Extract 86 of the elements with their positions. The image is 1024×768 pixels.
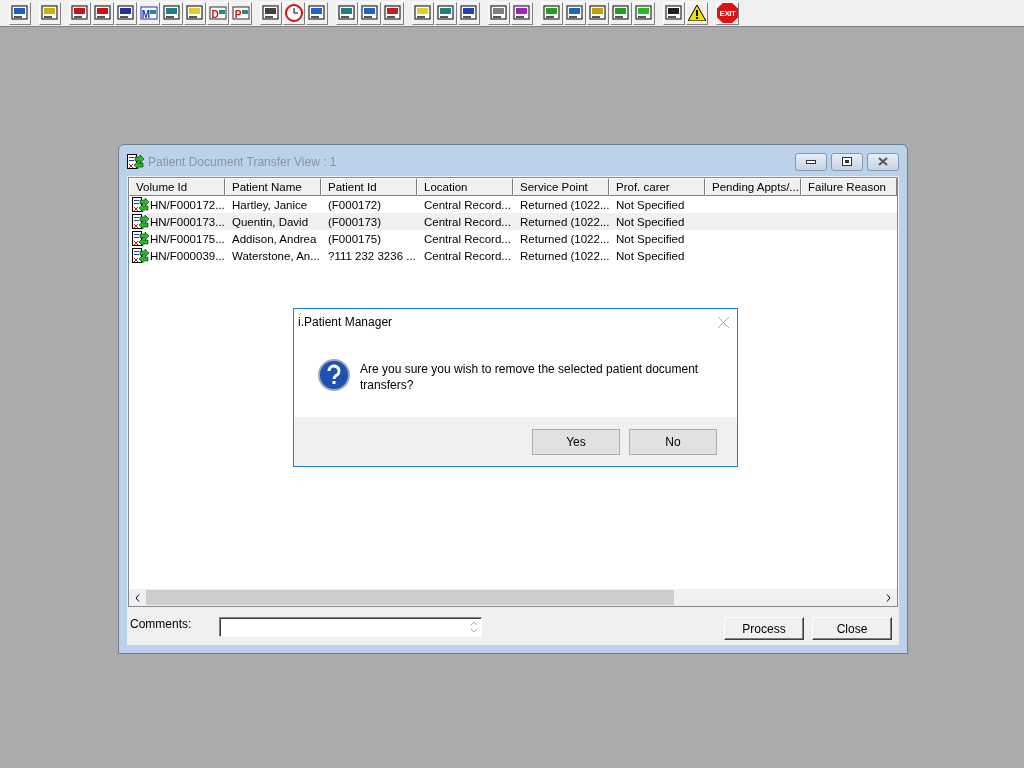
table-cell: Returned (1022... — [520, 215, 610, 228]
comments-label: Comments: — [130, 617, 193, 631]
table-row[interactable]: HN/F000173... Quentin, David (F000173) Central Record... Returned (1022... Not Specified — [129, 213, 897, 230]
table-cell: Waterstone, An... — [232, 249, 320, 262]
toolbar-button[interactable] — [9, 1, 31, 25]
table-cell: Quentin, David — [232, 215, 309, 228]
toolbar-button[interactable] — [69, 1, 91, 25]
table-cell: Not Specified — [616, 215, 685, 228]
close-window-button[interactable]: Close — [812, 617, 892, 640]
document-transfer-icon — [127, 153, 144, 170]
toolbar-button[interactable] — [336, 1, 358, 25]
window-title: Patient Document Transfer View : 1 — [148, 154, 338, 169]
table-cell: Not Specified — [616, 232, 685, 245]
toolbar-button[interactable] — [511, 1, 533, 25]
maximize-button[interactable] — [831, 152, 863, 171]
document-transfer-icon — [132, 196, 149, 213]
clock-icon — [285, 4, 303, 22]
toolbar-button[interactable] — [564, 1, 586, 25]
document-transfer-icon — [132, 247, 149, 264]
table-cell: Central Record... — [424, 198, 511, 211]
toolbar-button[interactable] — [587, 1, 609, 25]
column-header[interactable]: Prof. carer — [609, 178, 705, 196]
table-cell: (F000175) — [328, 232, 382, 245]
table-cell: (F000172) — [328, 198, 382, 211]
column-header[interactable]: Volume Id — [129, 178, 225, 196]
toolbar-button[interactable] — [161, 1, 183, 25]
minimize-button[interactable] — [795, 152, 827, 171]
close-icon — [878, 157, 888, 166]
yes-button[interactable]: Yes — [532, 428, 620, 455]
toolbar-button[interactable] — [488, 1, 510, 25]
toolbar-button[interactable] — [686, 1, 708, 25]
toolbar-button[interactable] — [633, 1, 655, 25]
scrollbar-thumb[interactable] — [146, 590, 675, 605]
toolbar-button[interactable] — [92, 1, 114, 25]
column-header[interactable]: Patient Name — [225, 178, 321, 196]
chevron-left-icon — [135, 593, 140, 602]
toolbar-button[interactable] — [359, 1, 381, 25]
table-cell: HN/F000175... — [150, 232, 225, 245]
table-cell: Central Record... — [424, 215, 511, 228]
toolbar-button[interactable] — [306, 1, 328, 25]
table-cell: Returned (1022... — [520, 232, 610, 245]
chevron-right-icon — [886, 593, 891, 602]
comments-field[interactable] — [219, 617, 482, 637]
horizontal-scrollbar[interactable] — [129, 589, 897, 606]
toolbar-button[interactable] — [115, 1, 137, 25]
toolbar-button[interactable] — [184, 1, 206, 25]
no-button[interactable]: No — [629, 428, 717, 455]
table-cell: Hartley, Janice — [232, 198, 308, 211]
table-cell: (F000173) — [328, 215, 382, 228]
table-cell: ?111 232 3236 ... — [328, 249, 416, 262]
table-cell: Returned (1022... — [520, 198, 610, 211]
toolbar-button[interactable] — [382, 1, 404, 25]
table-cell: Not Specified — [616, 198, 685, 211]
document-transfer-icon — [132, 230, 149, 247]
toolbar-button[interactable] — [39, 1, 61, 25]
table-cell: Central Record... — [424, 232, 511, 245]
process-button[interactable]: Process — [724, 617, 804, 640]
toolbar-button[interactable] — [541, 1, 563, 25]
spin-arrows-icon — [470, 620, 478, 634]
column-header[interactable]: Location — [417, 178, 513, 196]
close-button[interactable] — [867, 152, 899, 171]
table-cell: Not Specified — [616, 249, 685, 262]
table-cell: HN/F000172... — [150, 198, 225, 211]
toolbar-button[interactable] — [663, 1, 685, 25]
table-cell: HN/F000173... — [150, 215, 225, 228]
toolbar-button[interactable] — [458, 1, 480, 25]
column-header[interactable]: Pending Appts/... — [705, 178, 801, 196]
dialog-title: i.Patient Manager — [298, 315, 394, 329]
maximize-icon — [842, 157, 852, 166]
warning-icon — [688, 5, 706, 21]
toolbar-button[interactable] — [412, 1, 434, 25]
toolbar-button[interactable] — [610, 1, 632, 25]
column-header[interactable]: Service Point — [513, 178, 609, 196]
question-icon — [318, 359, 350, 391]
dialog-message: Are you sure you wish to remove the selected patient document transfers? — [360, 361, 700, 393]
toolbar-button[interactable] — [435, 1, 457, 25]
column-header[interactable]: Patient Id — [321, 178, 417, 196]
column-header[interactable]: Failure Reason — [801, 178, 897, 196]
table-cell: HN/F000039... — [150, 249, 225, 262]
table-cell: Returned (1022... — [520, 249, 610, 262]
minimize-icon — [806, 159, 816, 164]
document-transfer-icon — [132, 213, 149, 230]
toolbar-button[interactable]: EXIT — [716, 1, 739, 25]
toolbar-button[interactable] — [260, 1, 282, 25]
table-cell: Addison, Andrea — [232, 232, 317, 245]
table-cell: Central Record... — [424, 249, 511, 262]
